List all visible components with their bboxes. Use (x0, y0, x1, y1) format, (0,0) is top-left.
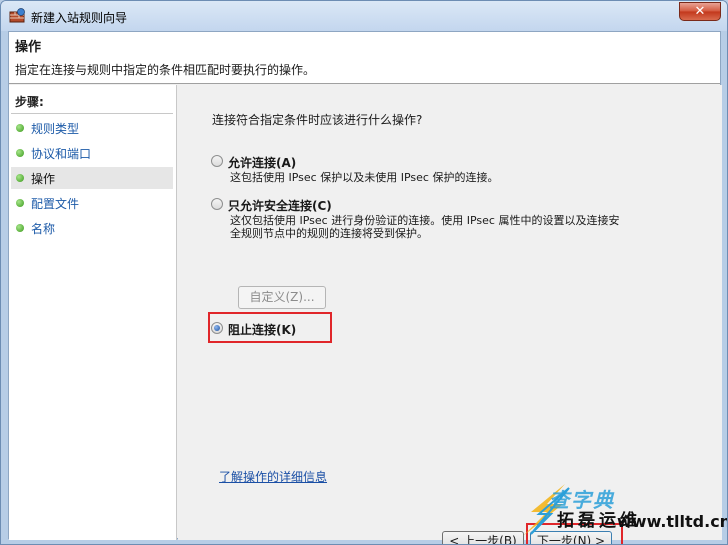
close-button[interactable]: ✕ (679, 2, 721, 21)
watermark: 查字典 拓磊运维 www.tlltd.cn (517, 482, 727, 538)
close-icon: ✕ (694, 4, 706, 19)
allow-connection-desc: 这包括使用 IPsec 保护以及未使用 IPsec 保护的连接。 (230, 171, 499, 184)
steps-sidebar: 步骤: 规则类型 协议和端口 操作 配置文件 名称 (9, 85, 177, 540)
step-label: 操作 (31, 172, 56, 186)
page-description: 指定在连接与规则中指定的条件相匹配时要执行的操作。 (15, 63, 316, 77)
learn-more-link[interactable]: 了解操作的详细信息 (219, 468, 327, 485)
block-connection-highlight (208, 312, 332, 343)
wizard-window: 新建入站规则向导 ✕ 操作 指定在连接与规则中指定的条件相匹配时要执行的操作。 … (0, 0, 728, 545)
watermark-url: www.tlltd.cn (617, 512, 728, 531)
step-label: 名称 (31, 222, 56, 236)
step-label: 规则类型 (31, 122, 80, 136)
back-button[interactable]: < 上一步(B) (442, 531, 524, 544)
firewall-icon (9, 8, 25, 23)
step-dot-icon (16, 224, 24, 232)
step-rule-type[interactable]: 规则类型 (11, 117, 173, 139)
steps-divider (11, 113, 173, 114)
step-dot-icon (16, 124, 24, 132)
step-label: 协议和端口 (31, 147, 92, 161)
page-title: 操作 (15, 40, 42, 55)
secure-connection-label[interactable]: 只允许安全连接(C) (228, 197, 332, 214)
allow-connection-label[interactable]: 允许连接(A) (228, 154, 296, 171)
step-name[interactable]: 名称 (11, 217, 173, 239)
step-dot-icon (16, 149, 24, 157)
step-label: 配置文件 (31, 197, 80, 211)
step-protocol-ports[interactable]: 协议和端口 (11, 142, 173, 164)
customize-button[interactable]: 自定义(Z)... (238, 286, 326, 309)
action-question: 连接符合指定条件时应该进行什么操作? (212, 113, 423, 127)
allow-connection-radio[interactable] (211, 155, 223, 167)
step-dot-icon (16, 199, 24, 207)
secure-connection-desc-line2: 全规则节点中的规则的连接将受到保护。 (230, 227, 428, 240)
step-dot-icon (16, 174, 24, 182)
step-profile[interactable]: 配置文件 (11, 192, 173, 214)
wizard-header: 操作 指定在连接与规则中指定的条件相匹配时要执行的操作。 (9, 32, 720, 84)
title-bar[interactable]: 新建入站规则向导 ✕ (1, 1, 727, 31)
wizard-client-area: 操作 指定在连接与规则中指定的条件相匹配时要执行的操作。 步骤: 规则类型 协议… (8, 31, 722, 544)
secure-connection-desc-line1: 这仅包括使用 IPsec 进行身份验证的连接。使用 IPsec 属性中的设置以及… (230, 214, 620, 227)
secure-connection-radio[interactable] (211, 198, 223, 210)
steps-label: 步骤: (15, 95, 44, 109)
window-title: 新建入站规则向导 (31, 11, 128, 25)
action-content-panel: 连接符合指定条件时应该进行什么操作? 允许连接(A) 这包括使用 IPsec 保… (178, 85, 722, 544)
step-action[interactable]: 操作 (11, 167, 173, 189)
